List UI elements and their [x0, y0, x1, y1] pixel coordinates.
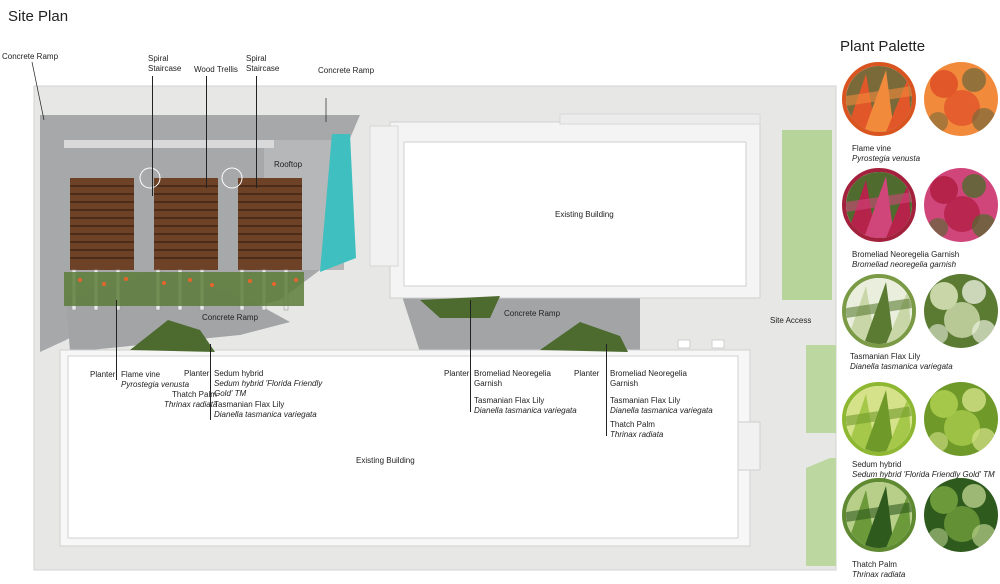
label-concrete-ramp-mid-left: Concrete Ramp	[202, 313, 259, 322]
stair-block	[369, 125, 399, 267]
c2-sedum-sci-2: Gold' TM	[214, 389, 247, 398]
plant-photo-closeup	[842, 168, 916, 242]
plant-photo-closeup	[842, 478, 916, 552]
plant-palette-title: Plant Palette	[840, 38, 926, 55]
roof-edge	[559, 113, 761, 125]
c1-flame-vine-sci: Pyrostegia venusta	[121, 380, 190, 389]
c3-brom-2: Garnish	[474, 379, 503, 388]
c3-flax-sci: Dianella tasmanica variegata	[474, 406, 577, 415]
label-site-access: Site Access	[770, 316, 812, 325]
c3-planter: Planter	[444, 369, 470, 378]
plant-photo-closeup	[842, 274, 916, 348]
plant-common-name: Sedum hybrid	[852, 460, 902, 469]
lawn-strip-bottom	[806, 458, 836, 566]
c2-flax: Tasmanian Flax Lily	[214, 400, 285, 409]
leader-trellis	[206, 76, 207, 188]
c3-brom-1: Bromeliad Neoregelia	[474, 369, 551, 378]
c3-flax: Tasmanian Flax Lily	[474, 396, 545, 405]
trellis-modules	[70, 178, 302, 270]
c4-flax: Tasmanian Flax Lily	[610, 396, 681, 405]
door-block	[737, 421, 761, 471]
plant-photo-closeup	[842, 62, 916, 136]
c2-sedum: Sedum hybrid	[214, 369, 264, 378]
trellis-2	[154, 178, 218, 270]
vent-2	[711, 339, 725, 349]
label-existing-building-bottom: Existing Building	[356, 456, 415, 465]
label-spiral-staircase-1: Spiral Staircase	[148, 54, 182, 73]
c4-planter: Planter	[574, 369, 600, 378]
c2-flax-sci: Dianella tasmanica variegata	[214, 410, 317, 419]
plant-photo-context	[924, 382, 998, 456]
plant-photo-context	[924, 168, 998, 242]
plant-scientific-name: Thrinax radiata	[852, 570, 906, 579]
c4-flax-sci: Dianella tasmanica variegata	[610, 406, 713, 415]
leader-spiral-1	[152, 76, 153, 196]
plant-common-name: Bromeliad Neoregelia Garnish	[852, 250, 960, 259]
label-concrete-ramp-top: Concrete Ramp	[318, 66, 375, 75]
plant-scientific-name: Pyrostegia venusta	[852, 154, 921, 163]
c4-thatch: Thatch Palm	[610, 420, 655, 429]
leader-c1	[116, 300, 117, 380]
plant-photo-closeup	[842, 382, 916, 456]
plant-common-name: Tasmanian Flax Lily	[850, 352, 921, 361]
plant-photo-context	[924, 62, 998, 136]
plant-common-name: Flame vine	[852, 144, 892, 153]
plant-photo-context	[924, 274, 998, 348]
label-concrete-ramp-mid-right: Concrete Ramp	[504, 309, 561, 318]
plant-common-name: Thatch Palm	[852, 560, 897, 569]
c2-planter: Planter	[184, 369, 210, 378]
label-wood-trellis: Wood Trellis	[194, 65, 238, 74]
plant-scientific-name: Dianella tasmanica variegata	[850, 362, 953, 371]
plant-scientific-name: Bromeliad neoregelia garnish	[852, 260, 957, 269]
leader-spiral-2	[256, 76, 257, 188]
c2-thatch-sci: Thrinax radiata	[164, 400, 218, 409]
trellis-1	[70, 178, 134, 270]
plant-photo-context	[924, 478, 998, 552]
c4-brom-1: Bromeliad Neoregelia	[610, 369, 687, 378]
c4-brom-2: Garnish	[610, 379, 639, 388]
label-rooftop: Rooftop	[274, 160, 303, 169]
label-spiral-staircase-2: Spiral Staircase	[246, 54, 280, 73]
lawn-strip-top	[782, 130, 832, 300]
trellis-frame	[64, 140, 274, 148]
lawn-strip-mid	[806, 345, 836, 433]
label-existing-building-top: Existing Building	[555, 210, 614, 219]
leader-c4	[606, 344, 607, 436]
leader-c3	[470, 300, 471, 412]
c1-planter: Planter	[90, 370, 116, 379]
trellis-3	[238, 178, 302, 270]
vent-1	[677, 339, 691, 349]
c2-thatch: Thatch Palm	[172, 390, 217, 399]
c4-thatch-sci: Thrinax radiata	[610, 430, 664, 439]
c2-sedum-sci-1: Sedum hybrid 'Florida Friendly	[214, 379, 323, 388]
c1-flame-vine: Flame vine	[121, 370, 161, 379]
label-concrete-ramp-left: Concrete Ramp	[2, 52, 59, 61]
